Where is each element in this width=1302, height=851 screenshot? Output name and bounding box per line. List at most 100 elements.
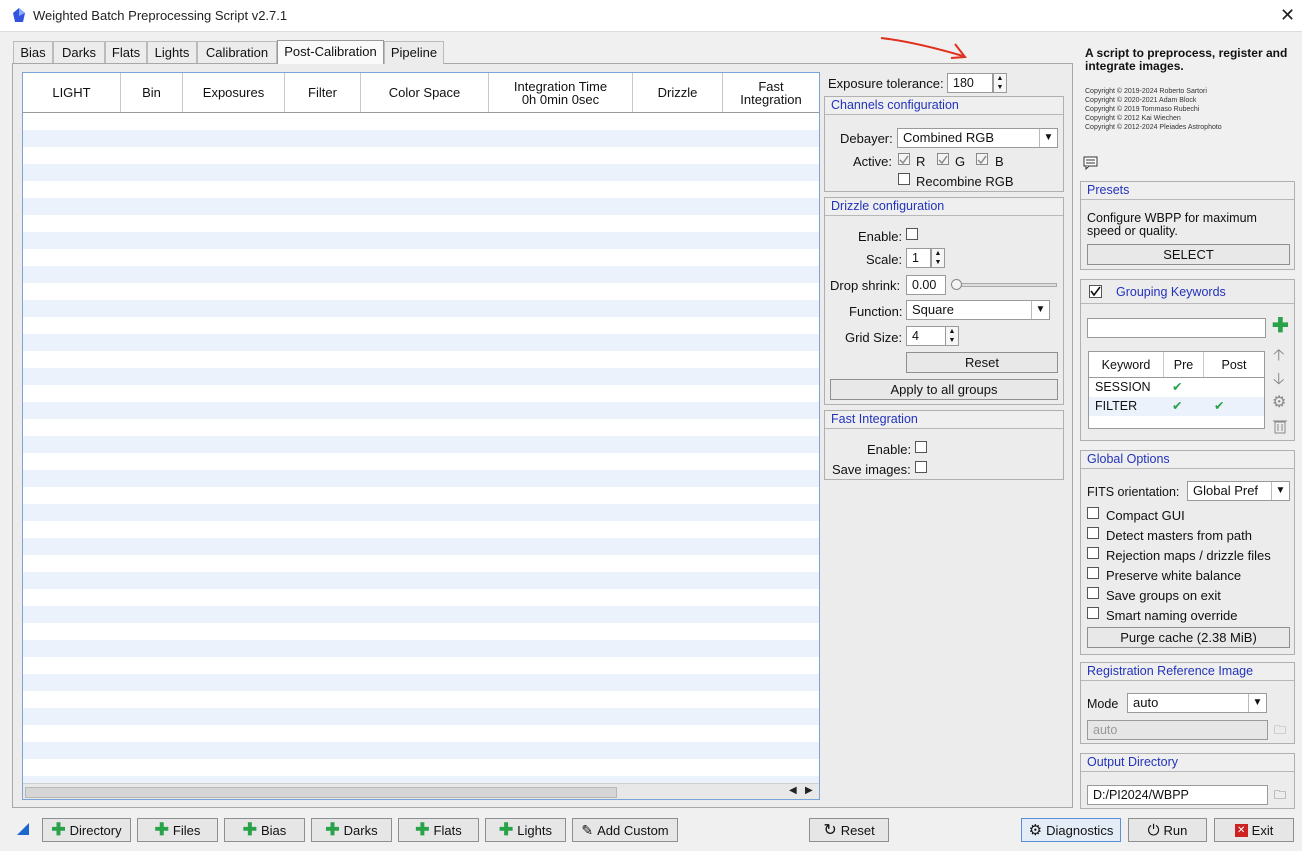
active-r-checkbox[interactable] (898, 153, 910, 165)
scroll-right-icon[interactable]: ▶ (805, 785, 813, 796)
drizzle-scale-input[interactable]: 1 (906, 248, 931, 268)
grid-size-input[interactable]: 4 (906, 326, 946, 346)
table-row[interactable] (23, 674, 819, 691)
col-color-space[interactable]: Color Space (361, 73, 489, 112)
smart-naming-checkbox[interactable] (1087, 607, 1099, 619)
table-row[interactable]: FILTER ✔ ✔ (1089, 397, 1264, 416)
recombine-rgb-checkbox[interactable] (898, 173, 910, 185)
reset-button[interactable]: ↻ Reset (809, 818, 889, 842)
table-row[interactable] (23, 589, 819, 606)
table-row[interactable] (23, 691, 819, 708)
table-row[interactable] (23, 215, 819, 232)
detect-masters-checkbox[interactable] (1087, 527, 1099, 539)
add-keyword-icon[interactable]: ✚ (1272, 316, 1289, 336)
col-drizzle[interactable]: Drizzle (633, 73, 723, 112)
table-row[interactable] (23, 436, 819, 453)
table-row[interactable] (23, 130, 819, 147)
folder-icon[interactable]: 🗀 (1274, 786, 1286, 807)
presets-select-button[interactable]: SELECT (1087, 244, 1290, 265)
table-row[interactable] (23, 470, 819, 487)
table-row[interactable] (23, 113, 819, 130)
drizzle-scale-spinner[interactable]: ▲ ▼ (931, 248, 945, 268)
arrow-up-icon[interactable]: 🡡 (1273, 344, 1285, 371)
tab-calibration[interactable]: Calibration (197, 41, 277, 64)
col-post[interactable]: Post (1204, 352, 1264, 377)
drop-shrink-slider[interactable] (955, 283, 1057, 287)
close-icon[interactable]: ✕ (1280, 5, 1295, 26)
table-row[interactable] (23, 708, 819, 725)
table-row[interactable] (23, 181, 819, 198)
table-row[interactable] (23, 283, 819, 300)
check-icon[interactable]: ✔ (1164, 397, 1204, 416)
col-bin[interactable]: Bin (121, 73, 183, 112)
col-filter[interactable]: Filter (285, 73, 361, 112)
table-row[interactable] (23, 742, 819, 759)
table-row[interactable] (23, 351, 819, 368)
tab-lights[interactable]: Lights (147, 41, 197, 64)
check-icon[interactable]: ✔ (1164, 378, 1204, 397)
tab-pipeline[interactable]: Pipeline (384, 41, 444, 64)
add-darks-button[interactable]: ✚ Darks (311, 818, 392, 842)
trash-icon[interactable] (1273, 418, 1287, 434)
table-row[interactable] (23, 572, 819, 589)
reference-path-input[interactable]: auto (1087, 720, 1268, 740)
save-groups-checkbox[interactable] (1087, 587, 1099, 599)
table-row[interactable] (23, 453, 819, 470)
folder-icon[interactable]: 🗀 (1274, 721, 1286, 742)
fast-enable-checkbox[interactable] (915, 441, 927, 453)
output-directory-input[interactable]: D:/PI2024/WBPP (1087, 785, 1268, 805)
preserve-white-balance-checkbox[interactable] (1087, 567, 1099, 579)
table-row[interactable] (23, 147, 819, 164)
add-bias-button[interactable]: ✚ Bias (224, 818, 305, 842)
comment-icon[interactable] (1083, 156, 1099, 170)
drizzle-reset-button[interactable]: Reset (906, 352, 1058, 373)
keyword-input[interactable] (1087, 318, 1266, 338)
exposure-tolerance-input[interactable]: 180 (947, 73, 993, 93)
col-light[interactable]: LIGHT (23, 73, 121, 112)
table-row[interactable] (23, 419, 819, 436)
table-row[interactable] (23, 300, 819, 317)
col-pre[interactable]: Pre (1164, 352, 1204, 377)
tab-flats[interactable]: Flats (105, 41, 147, 64)
drizzle-enable-checkbox[interactable] (906, 228, 918, 240)
table-row[interactable] (23, 266, 819, 283)
exit-button[interactable]: ✕ Exit (1214, 818, 1294, 842)
check-icon[interactable] (1204, 378, 1264, 397)
apply-to-all-groups-button[interactable]: Apply to all groups (830, 379, 1058, 400)
mode-select[interactable]: auto ▼ (1127, 693, 1267, 713)
add-files-button[interactable]: ✚ Files (137, 818, 218, 842)
table-row[interactable] (23, 402, 819, 419)
gear-icon[interactable]: ⚙ (1272, 392, 1286, 412)
fits-orientation-select[interactable]: Global Pref ▼ (1187, 481, 1290, 501)
add-flats-button[interactable]: ✚ Flats (398, 818, 479, 842)
table-row[interactable] (23, 776, 819, 783)
grid-size-spinner[interactable]: ▲ ▼ (945, 326, 959, 346)
active-g-checkbox[interactable] (937, 153, 949, 165)
table-row[interactable] (23, 385, 819, 402)
table-row[interactable] (23, 640, 819, 657)
save-images-checkbox[interactable] (915, 461, 927, 473)
table-row[interactable] (23, 759, 819, 776)
table-row[interactable] (23, 232, 819, 249)
table-row[interactable] (23, 606, 819, 623)
table-row[interactable] (23, 487, 819, 504)
col-keyword[interactable]: Keyword (1089, 352, 1164, 377)
arrow-down-icon[interactable]: 🡣 (1273, 368, 1285, 395)
function-select[interactable]: Square ▼ (906, 300, 1050, 320)
table-row[interactable] (23, 368, 819, 385)
table-row[interactable] (23, 504, 819, 521)
tab-bias[interactable]: Bias (13, 41, 53, 64)
table-row[interactable] (23, 623, 819, 640)
add-custom-button[interactable]: ✎ Add Custom (572, 818, 678, 842)
add-lights-button[interactable]: ✚ Lights (485, 818, 566, 842)
horizontal-scrollbar[interactable]: ◀ ▶ (23, 783, 819, 799)
table-row[interactable] (23, 555, 819, 572)
table-row[interactable] (23, 657, 819, 674)
tab-post-calibration[interactable]: Post-Calibration (277, 40, 384, 64)
compact-gui-checkbox[interactable] (1087, 507, 1099, 519)
table-row[interactable] (23, 334, 819, 351)
table-row[interactable] (23, 521, 819, 538)
scrollbar-thumb[interactable] (25, 787, 617, 798)
table-row[interactable] (23, 249, 819, 266)
table-row[interactable]: SESSION ✔ (1089, 378, 1264, 397)
